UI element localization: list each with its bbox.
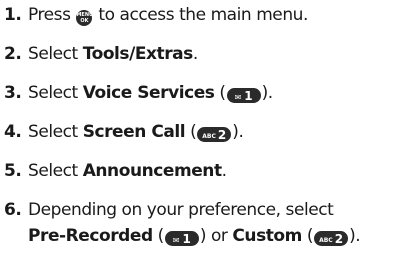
step-text: Depending on your preference, select Pre-… — [28, 197, 361, 249]
envelope-icon: ✉ — [172, 236, 180, 245]
menu-item-name: Announcement — [82, 161, 222, 181]
step-text: Select Announcement. — [28, 161, 227, 181]
step-number: 5. — [4, 161, 22, 181]
menu-item-name: Custom — [232, 226, 302, 246]
step-text: Select Tools/Extras. — [28, 44, 198, 64]
menu-ok-key-icon: MENU OK — [76, 10, 94, 26]
step-number: 3. — [4, 83, 22, 103]
step-number: 4. — [4, 122, 22, 142]
step-text: Select Screen Call (ABC 2). — [28, 122, 244, 142]
envelope-icon: ✉ — [234, 93, 242, 102]
key-2-icon: ABC 2 — [314, 231, 349, 246]
step-number: 2. — [4, 44, 22, 64]
step-number: 1. — [4, 5, 22, 25]
menu-item-name: Pre-Recorded — [28, 226, 153, 246]
key-1-icon: ✉ 1 — [226, 88, 261, 103]
step-text-line-2: Pre-Recorded (✉ 1) or Custom (ABC 2). — [28, 226, 361, 246]
key-2-icon: ABC 2 — [197, 127, 232, 142]
menu-item-name: Tools/Extras — [82, 44, 194, 64]
step-number: 6. — [4, 200, 22, 220]
key-1-icon: ✉ 1 — [164, 231, 199, 246]
menu-item-name: Voice Services — [82, 83, 215, 103]
menu-item-name: Screen Call — [82, 122, 186, 142]
step-text: Select Voice Services (✉ 1). — [28, 83, 273, 103]
step-text: Press MENU OK to access the main menu. — [28, 5, 308, 26]
